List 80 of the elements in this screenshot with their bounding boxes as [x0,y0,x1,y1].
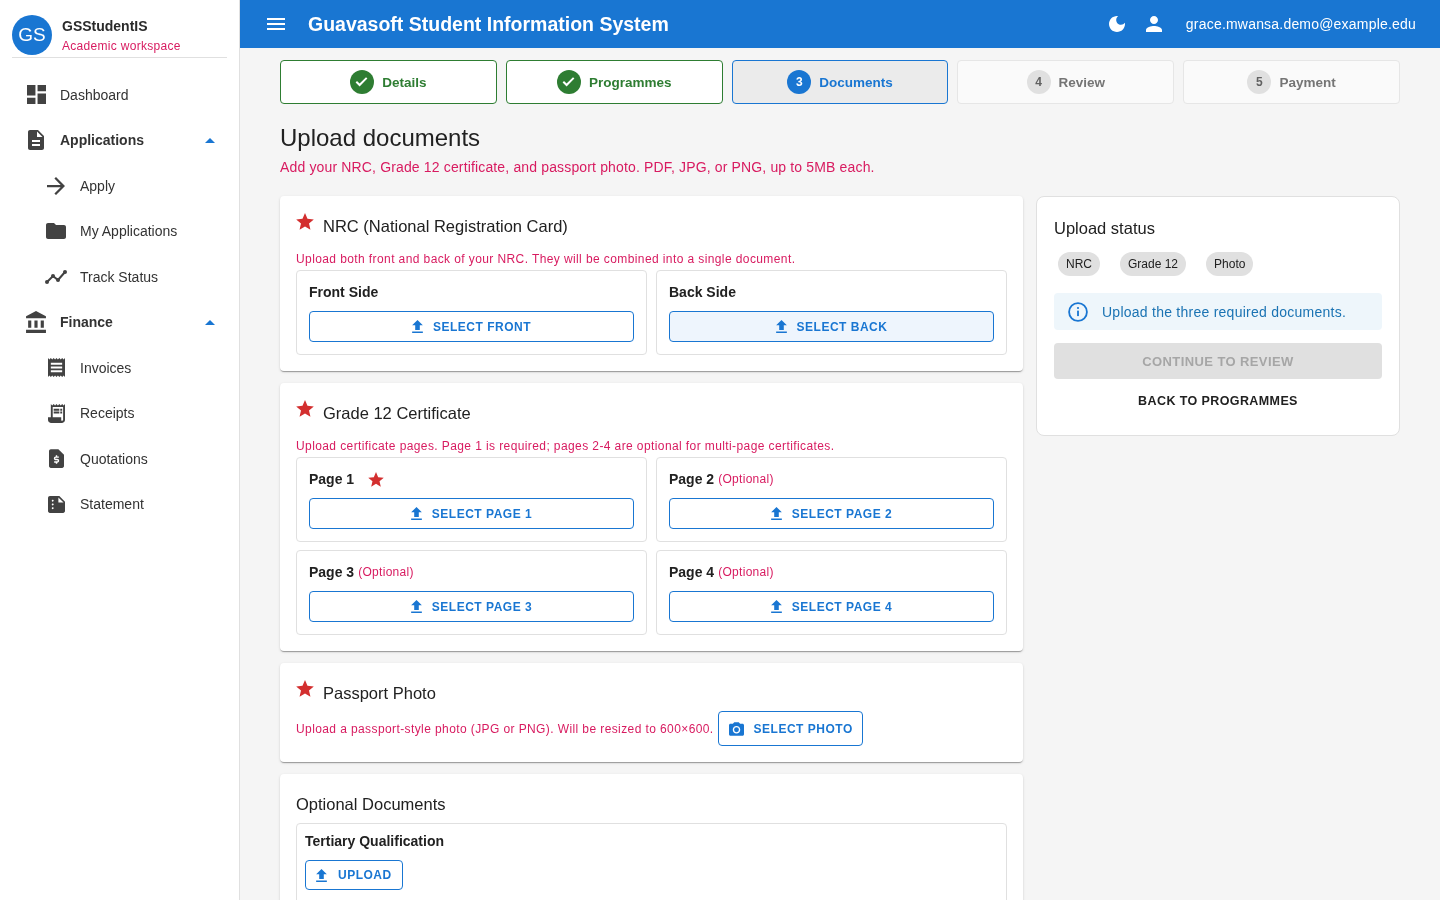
info-icon [1068,301,1088,322]
step-tab[interactable]: 5 Payment [1183,60,1400,104]
upload-icon [410,507,422,520]
step-tab[interactable]: 3 Documents [731,60,949,104]
card-title: Grade 12 Certificate [323,403,471,423]
status-chip: NRC [1058,252,1100,276]
upload-icon [412,320,423,333]
alert-text: Upload the three required documents. [1102,303,1347,320]
back-button[interactable]: BACK TO PROGRAMMES [1130,383,1306,419]
user-email: grace.mwansa.demo@example.edu [1185,16,1416,32]
document-icon [28,130,44,151]
card-hint: Upload a passport-style photo (JPG or PNG). Will be resized to 600×600. [296,720,714,738]
nav-item[interactable]: Invoices [0,345,239,391]
slot-label: Back Side [669,284,736,300]
nav-item[interactable]: Apply [0,163,239,209]
person-icon[interactable] [1145,16,1162,32]
select-file-button[interactable]: SELECT PAGE 1 [309,498,634,529]
optional-note: (Optional) [358,565,414,579]
dashboard-icon [26,85,46,105]
check-circle-icon [556,70,581,94]
card-title: Passport Photo [323,683,436,703]
receipt-icon [47,358,65,378]
page-title: Upload documents [280,123,481,153]
select-file-button[interactable]: SELECT BACK [669,311,994,342]
optional-note: (Optional) [718,565,774,579]
workspace-subtitle: Academic workspace [62,37,181,54]
optional-note: (Optional) [718,472,774,486]
app-title: Guavasoft Student Information System [308,12,669,36]
line-chart-icon [45,269,67,284]
nav-item[interactable]: Receipts [0,390,239,436]
card-title: Optional Documents [296,794,446,814]
slot-label: Page 3 [309,564,355,580]
step-tab[interactable]: Details [280,60,497,104]
select-file-button[interactable]: SELECT PAGE 2 [669,498,994,529]
upload-icon [316,868,327,882]
nav-item[interactable]: Finance [0,299,239,345]
card-hint: Upload both front and back of your NRC. They will be combined into a single document. [296,251,796,268]
page-subtitle: Add your NRC, Grade 12 certificate, and passport photo. PDF, JPG, or PNG, up to 5MB each. [280,158,875,177]
upload-icon [410,600,422,613]
folder-icon [46,223,66,240]
upload-icon [770,507,782,520]
upload-icon [775,320,787,333]
nav-item[interactable]: Statement [0,481,239,527]
step-number: 5 [1247,70,1272,94]
select-file-button[interactable]: SELECT PAGE 3 [309,591,634,622]
slot-label: Page 4 [669,564,715,580]
slot-label: Tertiary Qualification [305,833,444,849]
status-chip: Photo [1206,252,1254,276]
select-file-button[interactable]: SELECT PAGE 4 [669,591,994,622]
step-number: 3 [787,70,812,94]
dollar-document-icon [48,449,64,469]
scroll-icon [47,403,65,423]
moon-icon[interactable] [1108,16,1125,32]
nav-item[interactable]: Quotations [0,436,239,482]
upload-button[interactable]: UPLOAD [305,860,403,890]
panel-title: Upload status [1054,218,1155,239]
nav-item[interactable]: My Applications [0,208,239,254]
nav-item[interactable]: Applications [0,117,239,163]
check-circle-icon [350,70,375,94]
select-file-button[interactable]: SELECT FRONT [309,311,634,342]
slot-label: Front Side [309,284,379,300]
card-title: NRC (National Registration Card) [323,216,568,236]
bank-icon [26,311,46,334]
status-chip: Grade 12 [1120,252,1187,276]
menu-icon[interactable] [267,18,285,30]
card-hint: Upload certificate pages. Page 1 is required; pages 2-4 are optional for multi-page certificates. [296,438,835,455]
nav-item[interactable]: Dashboard [0,72,239,118]
step-tab[interactable]: Programmes [505,60,723,104]
camera-icon [728,721,744,736]
slot-label: Page 2 [669,471,715,487]
select-photo-button[interactable]: SELECT PHOTO [717,711,863,746]
step-number: 4 [1026,70,1051,94]
nav-item[interactable]: Track Status [0,254,239,300]
arrow-right-icon [47,176,65,195]
upload-icon [770,600,782,613]
list-document-icon [47,495,65,513]
step-tab[interactable]: 4 Review [957,60,1175,104]
slot-label: Page 1 [309,471,355,487]
app-name: GSStudentIS [62,16,148,35]
avatar: GS [12,15,52,55]
